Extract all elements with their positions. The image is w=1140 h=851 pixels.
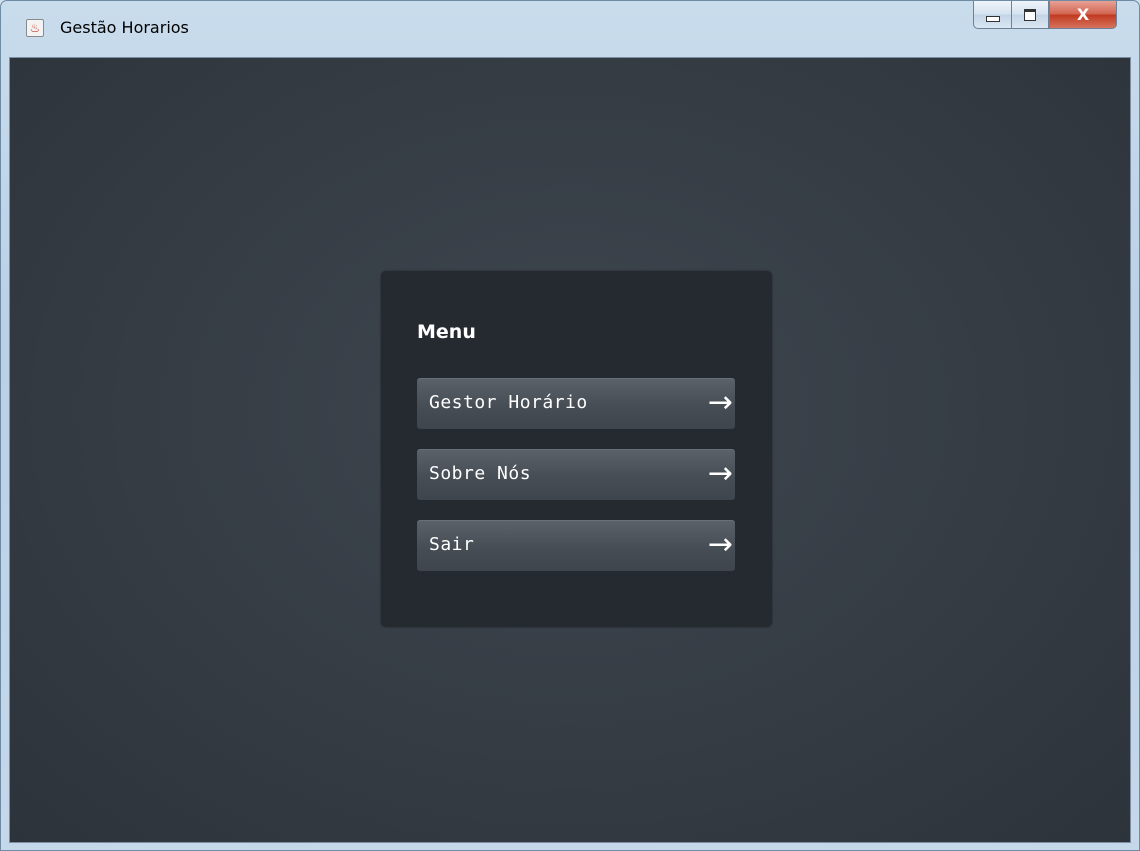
menu-title: Menu [417, 321, 476, 343]
content-area: Menu Gestor Horário → Sobre Nós → Sair → [9, 57, 1131, 843]
minimize-button[interactable] [973, 1, 1011, 29]
window-title: Gestão Horarios [60, 18, 189, 37]
title-bar[interactable]: ♨ Gestão Horarios X [1, 1, 1139, 57]
gestor-horario-button[interactable]: Gestor Horário → [417, 378, 735, 429]
menu-item-label: Gestor Horário [429, 392, 588, 413]
menu-panel: Menu Gestor Horário → Sobre Nós → Sair → [381, 271, 772, 627]
menu-item-label: Sair [429, 534, 475, 555]
close-icon: X [1076, 5, 1090, 24]
arrow-right-icon: → [707, 385, 733, 420]
arrow-right-icon: → [707, 456, 733, 491]
java-icon[interactable]: ♨ [26, 19, 44, 37]
maximize-button[interactable] [1011, 1, 1049, 29]
maximize-icon [1024, 8, 1036, 21]
window-controls: X [973, 1, 1117, 29]
menu-item-label: Sobre Nós [429, 463, 532, 484]
close-button[interactable]: X [1049, 1, 1117, 29]
minimize-icon [985, 15, 1000, 22]
app-window: ♨ Gestão Horarios X Menu Gestor Horário … [0, 0, 1140, 851]
sair-button[interactable]: Sair → [417, 520, 735, 571]
sobre-nos-button[interactable]: Sobre Nós → [417, 449, 735, 500]
arrow-right-icon: → [707, 527, 733, 562]
